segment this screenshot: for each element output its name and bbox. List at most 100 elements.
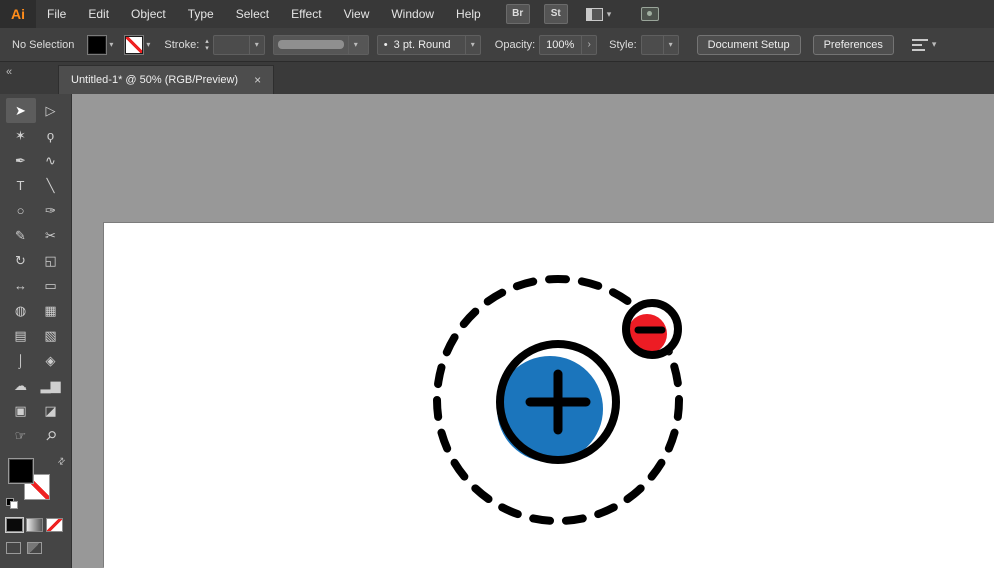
swap-fill-stroke-icon[interactable]: ⇄	[56, 455, 69, 468]
draw-behind-button[interactable]	[27, 542, 42, 554]
rotate-tool-icon: ↻	[15, 252, 26, 268]
menu-help[interactable]: Help	[445, 0, 492, 28]
chevron-down-icon[interactable]: ▾	[146, 40, 150, 49]
default-fill-stroke-icon[interactable]	[6, 498, 18, 509]
draw-normal-button[interactable]	[6, 542, 21, 554]
document-tab-title: Untitled-1* @ 50% (RGB/Preview)	[71, 74, 239, 86]
curvature-tool[interactable]: ∿	[36, 148, 66, 173]
curvature-tool-icon: ∿	[45, 152, 56, 168]
selection-tool[interactable]: ➤	[5, 98, 36, 123]
cs-live-icon[interactable]	[641, 7, 660, 21]
stroke-weight-stepper[interactable]: ▴ ▾	[205, 38, 209, 52]
stepper-down-icon[interactable]: ▾	[205, 45, 209, 52]
menu-effect[interactable]: Effect	[280, 0, 332, 28]
eyedropper-tool[interactable]: ⌡	[6, 348, 36, 373]
preferences-button[interactable]: Preferences	[812, 34, 894, 55]
column-graph-tool-icon: ▂▆	[40, 377, 61, 393]
fill-color-swatch[interactable]	[88, 35, 107, 54]
line-segment-tool[interactable]: ╲	[36, 173, 66, 198]
tools-grid: ➤ ▷ ✶ ϙ ✒ ∿ T ╲ ○ ✑ ✎ ✂ ↻ ◱ ↔ ▭ ◍ ▦ ▤ ▧ …	[0, 98, 71, 448]
free-transform-tool[interactable]: ▭	[36, 273, 66, 298]
perspective-grid-tool-icon: ▦	[44, 302, 57, 318]
bridge-button[interactable]: Br	[505, 4, 530, 24]
canvas[interactable]	[72, 94, 994, 568]
menu-bar: Ai File Edit Object Type Select Effect V…	[0, 0, 994, 29]
zoom-tool-icon: ⚲	[42, 426, 60, 444]
brush-definition-value: 3 pt. Round	[393, 38, 451, 51]
width-tool[interactable]: ↔	[6, 273, 36, 298]
pencil-tool[interactable]: ✎	[6, 223, 36, 248]
close-icon[interactable]: ×	[254, 73, 261, 87]
opacity-label[interactable]: Opacity:	[495, 39, 535, 51]
blend-tool[interactable]: ◈	[36, 348, 66, 373]
gradient-button[interactable]	[26, 518, 43, 532]
menu-select[interactable]: Select	[225, 0, 280, 28]
stroke-label[interactable]: Stroke:	[164, 39, 199, 51]
atom-artwork	[433, 275, 683, 525]
style-dropdown[interactable]: ▾	[640, 34, 679, 55]
document-tab[interactable]: Untitled-1* @ 50% (RGB/Preview) ×	[58, 65, 275, 94]
align-options-icon[interactable]	[911, 38, 928, 51]
lasso-tool-icon: ϙ	[46, 128, 55, 143]
collapse-panels-icon[interactable]: «	[6, 66, 12, 78]
stock-button[interactable]: St	[543, 4, 568, 24]
mesh-tool[interactable]: ▤	[6, 323, 36, 348]
workspace-layout-icon[interactable]	[585, 7, 603, 21]
chevron-down-icon[interactable]: ▾	[932, 39, 937, 50]
shape-builder-tool[interactable]: ◍	[6, 298, 36, 323]
color-button[interactable]	[5, 517, 24, 533]
fill-swatch[interactable]	[8, 458, 34, 484]
chevron-down-icon[interactable]: ▾	[248, 35, 264, 54]
column-graph-tool[interactable]: ▂▆	[36, 373, 66, 398]
artboard-tool[interactable]: ▣	[6, 398, 36, 423]
chevron-down-icon[interactable]: ▾	[347, 35, 363, 54]
symbol-sprayer-tool-icon: ☁	[14, 377, 27, 393]
hand-tool-icon: ☞	[14, 427, 27, 443]
width-tool-icon: ↔	[14, 278, 27, 293]
brush-definition-dropdown[interactable]: • 3 pt. Round ▾	[376, 34, 481, 55]
menu-view[interactable]: View	[333, 0, 381, 28]
opacity-field[interactable]: 100% ›	[539, 34, 598, 55]
type-tool[interactable]: T	[6, 173, 36, 198]
document-tab-bar: « Untitled-1* @ 50% (RGB/Preview) ×	[0, 62, 994, 94]
width-profile-dropdown[interactable]: ▾	[272, 34, 369, 55]
scissors-tool[interactable]: ✂	[36, 223, 66, 248]
no-selection-label: No Selection	[12, 38, 75, 51]
menu-window[interactable]: Window	[380, 0, 445, 28]
stroke-weight-dropdown[interactable]: ▾	[212, 34, 265, 55]
menu-file[interactable]: File	[36, 0, 77, 28]
scale-tool[interactable]: ◱	[36, 248, 66, 273]
menu-object[interactable]: Object	[120, 0, 177, 28]
magic-wand-tool[interactable]: ✶	[6, 123, 36, 148]
scale-tool-icon: ◱	[44, 252, 57, 268]
symbol-sprayer-tool[interactable]: ☁	[6, 373, 36, 398]
tools-panel: ➤ ▷ ✶ ϙ ✒ ∿ T ╲ ○ ✑ ✎ ✂ ↻ ◱ ↔ ▭ ◍ ▦ ▤ ▧ …	[0, 94, 72, 568]
zoom-tool[interactable]: ⚲	[36, 423, 66, 448]
chevron-down-icon[interactable]: ▾	[662, 35, 678, 54]
hand-tool[interactable]: ☞	[6, 423, 36, 448]
ellipse-tool[interactable]: ○	[6, 198, 36, 223]
stepper-up-icon[interactable]: ▴	[205, 38, 209, 45]
paint-mode-row	[5, 517, 66, 533]
none-button[interactable]	[46, 518, 63, 532]
slice-tool-icon: ◪	[44, 402, 57, 418]
stroke-color-swatch[interactable]	[125, 35, 144, 54]
paintbrush-tool-icon: ✑	[45, 202, 56, 218]
rotate-tool[interactable]: ↻	[6, 248, 36, 273]
gradient-tool[interactable]: ▧	[36, 323, 66, 348]
document-setup-button[interactable]: Document Setup	[696, 34, 801, 55]
paintbrush-tool[interactable]: ✑	[36, 198, 66, 223]
menu-edit[interactable]: Edit	[77, 0, 120, 28]
lasso-tool[interactable]: ϙ	[36, 123, 66, 148]
chevron-down-icon[interactable]: ▾	[109, 40, 113, 49]
pen-tool[interactable]: ✒	[6, 148, 36, 173]
perspective-grid-tool[interactable]: ▦	[36, 298, 66, 323]
direct-selection-tool[interactable]: ▷	[36, 98, 66, 123]
slice-tool[interactable]: ◪	[36, 398, 66, 423]
eyedropper-tool-icon: ⌡	[16, 353, 25, 368]
chevron-right-icon[interactable]: ›	[581, 35, 596, 54]
scissors-tool-icon: ✂	[45, 227, 56, 243]
chevron-down-icon[interactable]: ▾	[607, 9, 612, 20]
chevron-down-icon[interactable]: ▾	[464, 35, 480, 54]
menu-type[interactable]: Type	[177, 0, 225, 28]
